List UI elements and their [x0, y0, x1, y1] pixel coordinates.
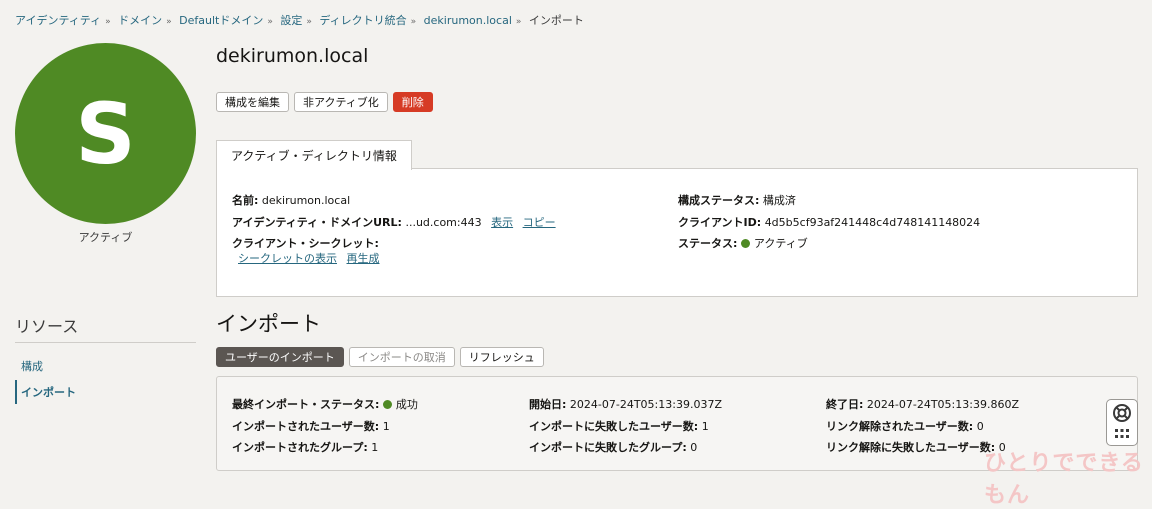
stat-last-import-status: 最終インポート・ステータス: 成功	[232, 398, 418, 411]
grid-icon[interactable]	[1114, 428, 1130, 442]
field-name: 名前: dekirumon.local	[232, 194, 351, 207]
import-toolbar: ユーザーのインポート インポートの取消 リフレッシュ	[216, 347, 544, 367]
breadcrumb: アイデンティティ» ドメイン» Defaultドメイン» 設定» ディレクトリ統…	[15, 14, 584, 27]
sidebar-item-import[interactable]: インポート	[15, 380, 196, 404]
breadcrumb-default-domain[interactable]: Defaultドメイン	[179, 14, 263, 27]
breadcrumb-settings[interactable]: 設定	[280, 14, 302, 27]
breadcrumb-directory[interactable]: dekirumon.local	[424, 14, 512, 27]
field-domain-url: アイデンティティ・ドメインURL: ...ud.com:443 表示 コピー	[232, 216, 556, 229]
delete-button[interactable]: 削除	[392, 92, 433, 112]
deactivate-button[interactable]: 非アクティブ化	[294, 92, 388, 112]
tab-active-directory-info[interactable]: アクティブ・ディレクトリ情報	[216, 140, 412, 170]
stat-unlink-failed-users: リンク解除に失敗したユーザー数: 0	[826, 441, 1006, 454]
refresh-button[interactable]: リフレッシュ	[459, 347, 544, 367]
stat-end-date: 終了日: 2024-07-24T05:13:39.860Z	[826, 398, 1019, 411]
watermark: ひとりでできるもん	[984, 451, 1144, 508]
info-panel: 名前: dekirumon.local アイデンティティ・ドメインURL: ..…	[216, 168, 1138, 297]
breadcrumb-current: インポート	[528, 14, 584, 27]
field-client-secret-actions: シークレットの表示 再生成	[232, 250, 380, 266]
resources-heading: リソース	[15, 317, 79, 336]
field-client-secret: クライアント・シークレット:	[232, 237, 379, 250]
field-client-id: クライアントID: 4d5b5cf93af241448c4d7481411480…	[678, 216, 981, 229]
regenerate-secret-link[interactable]: 再生成	[347, 252, 380, 265]
avatar: S	[15, 43, 196, 224]
field-config-status: 構成ステータス: 構成済	[678, 194, 796, 207]
status-active-icon	[740, 239, 750, 248]
breadcrumb-directory-integration[interactable]: ディレクトリ統合	[319, 14, 406, 27]
section-title-import: インポート	[216, 312, 321, 336]
breadcrumb-domains[interactable]: ドメイン	[118, 14, 162, 27]
breadcrumb-identity[interactable]: アイデンティティ	[15, 14, 101, 27]
url-show-link[interactable]: 表示	[491, 216, 513, 229]
success-icon	[382, 400, 392, 409]
stat-start-date: 開始日: 2024-07-24T05:13:39.037Z	[529, 398, 722, 411]
stat-failed-groups: インポートに失敗したグループ: 0	[529, 441, 698, 454]
avatar-initial: S	[75, 84, 136, 183]
url-copy-link[interactable]: コピー	[523, 216, 556, 229]
stat-imported-users: インポートされたユーザー数: 1	[232, 420, 390, 433]
action-toolbar: 構成を編集 非アクティブ化 削除	[216, 92, 433, 112]
import-users-button[interactable]: ユーザーのインポート	[216, 347, 344, 367]
stat-unlinked-users: リンク解除されたユーザー数: 0	[826, 420, 984, 433]
resources-divider	[15, 342, 196, 343]
stat-imported-groups: インポートされたグループ: 1	[232, 441, 379, 454]
lifebuoy-icon[interactable]	[1112, 403, 1132, 423]
edit-config-button[interactable]: 構成を編集	[216, 92, 289, 112]
sidebar-item-config[interactable]: 構成	[15, 354, 196, 378]
help-widget[interactable]	[1106, 399, 1138, 446]
stat-failed-users: インポートに失敗したユーザー数: 1	[529, 420, 709, 433]
field-status: ステータス: アクティブ	[678, 237, 808, 250]
avatar-status: アクティブ	[78, 231, 133, 244]
show-secret-link[interactable]: シークレットの表示	[238, 252, 337, 265]
cancel-import-button[interactable]: インポートの取消	[348, 347, 455, 367]
page-title: dekirumon.local	[216, 45, 369, 67]
